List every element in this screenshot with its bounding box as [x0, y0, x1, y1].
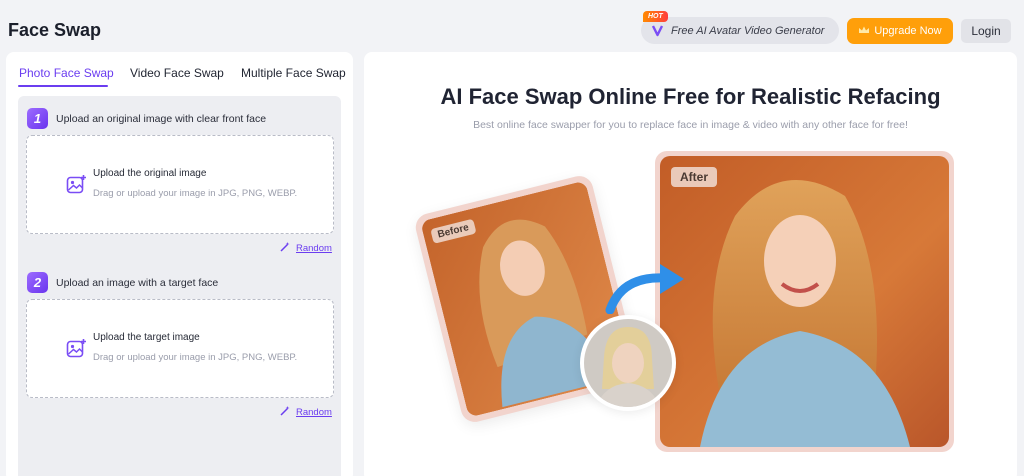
- target-image-dropzone[interactable]: Upload the target image Drag or upload y…: [26, 299, 334, 398]
- curved-arrow-icon: [602, 258, 692, 315]
- tab-photo-face-swap[interactable]: Photo Face Swap: [19, 66, 114, 80]
- top-bar: Face Swap Free AI Avatar Video Generator…: [0, 0, 1024, 58]
- random-target-button[interactable]: Random: [280, 405, 332, 419]
- original-image-dropzone[interactable]: Upload the original image Drag or upload…: [26, 135, 334, 234]
- hot-badge: HOT: [643, 11, 668, 22]
- step-2-number: 2: [27, 272, 48, 293]
- original-upload-hint: Drag or upload your image in JPG, PNG, W…: [93, 188, 298, 199]
- tab-multiple-face-swap[interactable]: Multiple Face Swap: [241, 66, 346, 80]
- add-image-icon: [66, 174, 87, 195]
- upload-steps: 1 Upload an original image with clear fr…: [18, 96, 341, 476]
- target-upload-title: Upload the target image: [93, 332, 200, 343]
- step-2-label: Upload an image with a target face: [56, 276, 219, 289]
- upgrade-label: Upgrade Now: [874, 25, 942, 37]
- app-title: Face Swap: [8, 20, 102, 40]
- target-face-thumbnail: [580, 315, 676, 411]
- magic-wand-icon: [280, 241, 291, 255]
- tab-video-face-swap[interactable]: Video Face Swap: [130, 66, 224, 80]
- step-1-number: 1: [27, 108, 48, 129]
- promo-button[interactable]: Free AI Avatar Video Generator: [641, 17, 839, 44]
- hero-title: AI Face Swap Online Free for Realistic R…: [440, 84, 941, 109]
- crown-icon: [858, 25, 870, 38]
- original-upload-title: Upload the original image: [93, 168, 207, 179]
- target-face-photo: [584, 319, 672, 407]
- random-original-label: Random: [296, 242, 332, 254]
- after-image-card: After: [655, 151, 954, 452]
- step-1-label: Upload an original image with clear fron…: [56, 112, 267, 125]
- step-1-header: 1 Upload an original image with clear fr…: [27, 108, 266, 129]
- promo-label: Free AI Avatar Video Generator: [671, 24, 825, 37]
- target-upload-hint: Drag or upload your image in JPG, PNG, W…: [93, 352, 298, 363]
- mode-tabs: Photo Face Swap Video Face Swap Multiple…: [6, 52, 353, 92]
- active-tab-indicator: [18, 85, 108, 87]
- ai-avatar-logo-icon: [651, 24, 664, 37]
- after-photo: After: [660, 156, 949, 447]
- hero-panel: AI Face Swap Online Free for Realistic R…: [364, 52, 1017, 476]
- random-target-label: Random: [296, 406, 332, 418]
- step-2-header: 2 Upload an image with a target face: [27, 272, 218, 293]
- upgrade-button[interactable]: Upgrade Now: [847, 18, 953, 44]
- magic-wand-icon: [280, 405, 291, 419]
- left-panel: Photo Face Swap Video Face Swap Multiple…: [6, 52, 353, 476]
- add-image-icon: [66, 338, 87, 359]
- hero-subtitle: Best online face swapper for you to repl…: [473, 119, 908, 131]
- after-label: After: [671, 167, 718, 187]
- random-original-button[interactable]: Random: [280, 241, 332, 255]
- login-button[interactable]: Login: [961, 19, 1011, 43]
